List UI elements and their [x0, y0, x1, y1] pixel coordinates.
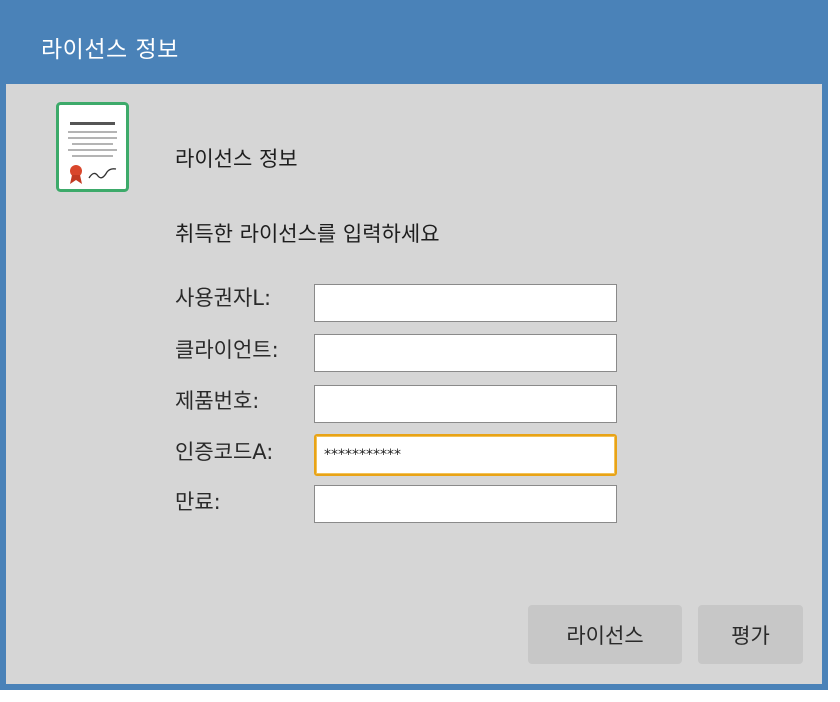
client-label: 클라이언트: — [175, 338, 279, 362]
licensee-input[interactable] — [314, 284, 617, 322]
client-input[interactable] — [314, 334, 617, 372]
trial-button[interactable]: 평가 — [698, 605, 803, 664]
title-bar[interactable]: 라이선스 정보 — [0, 0, 828, 84]
product-number-input[interactable] — [314, 385, 617, 423]
window-title: 라이선스 정보 — [41, 37, 179, 63]
dialog-content: 라이선스 정보 취득한 라이선스를 입력하세요 사용권자L: 클라이언트: 제품… — [6, 84, 822, 684]
dialog-heading: 라이선스 정보 — [175, 147, 298, 171]
license-dialog: 라이선스 정보 라이선스 정보 취득한 라이선스를 입력하세요 사용권자L: 클… — [0, 0, 828, 690]
license-button[interactable]: 라이선스 — [528, 605, 682, 664]
auth-code-label: 인증코드A: — [175, 440, 274, 464]
certificate-icon — [56, 102, 129, 192]
expiry-input[interactable] — [314, 485, 617, 523]
product-number-label: 제품번호: — [175, 389, 260, 413]
licensee-label: 사용권자L: — [175, 286, 272, 310]
instruction-text: 취득한 라이선스를 입력하세요 — [175, 222, 440, 246]
auth-code-input[interactable] — [314, 434, 617, 476]
expiry-label: 만료: — [175, 490, 221, 514]
